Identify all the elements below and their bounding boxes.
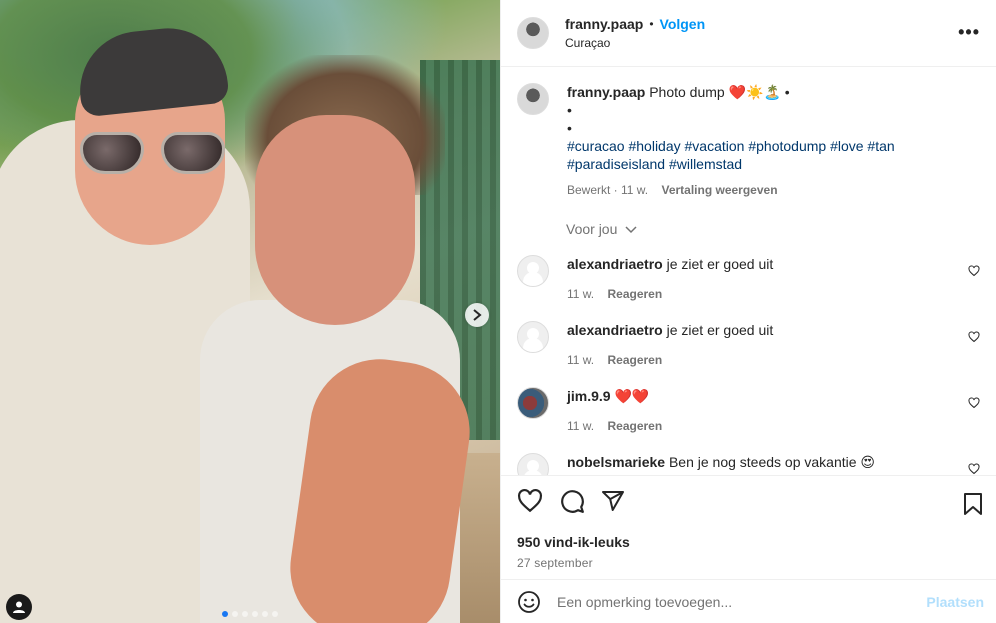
carousel-dot [232, 611, 238, 617]
comment-input[interactable]: Een opmerking toevoegen... [557, 594, 926, 610]
comment-body: jim.9.9 ❤️❤️ 11 w. Reageren [567, 387, 662, 435]
translate-link[interactable]: Vertaling weergeven [661, 183, 777, 197]
comment-item: alexandriaetro je ziet er goed uit 11 w.… [517, 321, 980, 369]
carousel-indicator [0, 611, 500, 617]
carousel-dot [252, 611, 258, 617]
share-paper-plane-icon[interactable] [601, 489, 625, 513]
chevron-right-icon [473, 309, 482, 321]
comment-text: je ziet er goed uit [666, 256, 774, 272]
comment-meta: 11 w. Reageren [567, 351, 773, 369]
more-options-icon[interactable]: ••• [958, 22, 980, 43]
post-header: franny.paap • Volgen Curaçao ••• [501, 0, 996, 67]
comments-section[interactable]: franny.paap Photo dump ❤️☀️🏝️ • • • #cur… [501, 67, 996, 475]
comment-meta: 11 w. Reageren [567, 285, 773, 303]
emoji-icon[interactable] [517, 590, 541, 614]
author-username[interactable]: franny.paap [565, 16, 643, 32]
commenter-username[interactable]: alexandriaetro [567, 256, 663, 272]
caption-body: franny.paap Photo dump ❤️☀️🏝️ • • • #cur… [567, 83, 895, 199]
heart-icon[interactable] [968, 463, 980, 475]
caption-text: Photo dump ❤️☀️🏝️ • [649, 84, 790, 100]
post-photo[interactable] [0, 0, 500, 623]
carousel-dot [222, 611, 228, 617]
post-actions: 950 vind-ik-leuks 27 september [501, 475, 996, 579]
reply-button[interactable]: Reageren [607, 419, 662, 433]
caption-hashtags-1[interactable]: #curacao #holiday #vacation #photodump #… [567, 137, 895, 155]
caption-meta: Bewerkt · 11 w. Vertaling weergeven [567, 181, 895, 199]
post-date[interactable]: 27 september [517, 556, 980, 570]
comment-text: Ben je nog steeds op vakantie 😍 [668, 454, 876, 470]
heart-icon[interactable] [968, 397, 980, 409]
add-comment-bar: Een opmerking toevoegen... Plaatsen [501, 579, 996, 623]
sort-label: Voor jou [566, 221, 618, 237]
caption-username[interactable]: franny.paap [567, 84, 645, 100]
post-location[interactable]: Curaçao [565, 36, 705, 50]
comment-time[interactable]: 11 w. [567, 353, 594, 367]
caption: franny.paap Photo dump ❤️☀️🏝️ • • • #cur… [517, 83, 980, 199]
commenter-avatar[interactable] [517, 255, 549, 287]
reply-button[interactable]: Reageren [607, 353, 662, 367]
comment-body: nobelsmarieke Ben je nog steeds op vakan… [567, 453, 875, 471]
comment-text: ❤️❤️ [614, 388, 650, 404]
commenter-username[interactable]: alexandriaetro [567, 322, 663, 338]
commenter-username[interactable]: jim.9.9 [567, 388, 611, 404]
author-row: franny.paap • Volgen [565, 16, 705, 32]
photo-sunglasses [80, 132, 225, 177]
comment-bubble-icon[interactable] [559, 488, 585, 514]
heart-icon[interactable] [968, 265, 980, 277]
follow-button[interactable]: Volgen [660, 16, 706, 32]
author-info: franny.paap • Volgen Curaçao [565, 16, 705, 50]
comment-time[interactable]: 11 w. [567, 419, 594, 433]
caption-line: franny.paap Photo dump ❤️☀️🏝️ • [567, 83, 895, 101]
reply-button[interactable]: Reageren [607, 287, 662, 301]
caption-bullet-1: • [567, 102, 572, 118]
post-side-panel: franny.paap • Volgen Curaçao ••• franny.… [500, 0, 996, 623]
comment-meta: 11 w. Reageren [567, 417, 662, 435]
action-icons [517, 488, 980, 514]
chevron-down-icon [625, 226, 637, 234]
carousel-dot [262, 611, 268, 617]
next-photo-button[interactable] [465, 303, 489, 327]
comment-item: alexandriaetro je ziet er goed uit 11 w.… [517, 255, 980, 303]
comment-item: jim.9.9 ❤️❤️ 11 w. Reageren [517, 387, 980, 435]
comment-time[interactable]: 11 w. [567, 287, 594, 301]
heart-icon[interactable] [968, 331, 980, 343]
commenter-username[interactable]: nobelsmarieke [567, 454, 665, 470]
comment-item: nobelsmarieke Ben je nog steeds op vakan… [517, 453, 980, 475]
comment-body: alexandriaetro je ziet er goed uit 11 w.… [567, 255, 773, 303]
like-heart-icon[interactable] [517, 488, 543, 514]
sort-dropdown[interactable]: Voor jou [566, 221, 980, 237]
carousel-dot [242, 611, 248, 617]
post-comment-button[interactable]: Plaatsen [926, 594, 984, 610]
caption-edited: Bewerkt · 11 w. [567, 183, 649, 197]
comment-body: alexandriaetro je ziet er goed uit 11 w.… [567, 321, 773, 369]
caption-avatar[interactable] [517, 83, 549, 115]
likes-count[interactable]: 950 vind-ik-leuks [517, 534, 980, 550]
caption-hashtags-2[interactable]: #paradiseisland #willemstad [567, 155, 895, 173]
commenter-avatar[interactable] [517, 453, 549, 475]
post-view: franny.paap • Volgen Curaçao ••• franny.… [0, 0, 996, 623]
author-avatar[interactable] [517, 17, 549, 49]
carousel-dot [272, 611, 278, 617]
bookmark-icon[interactable] [962, 492, 984, 516]
commenter-avatar[interactable] [517, 321, 549, 353]
comment-text: je ziet er goed uit [666, 322, 774, 338]
photo-person-right-head [255, 115, 415, 325]
commenter-avatar[interactable] [517, 387, 549, 419]
separator-dot: • [649, 17, 654, 31]
caption-bullet-2: • [567, 120, 572, 136]
